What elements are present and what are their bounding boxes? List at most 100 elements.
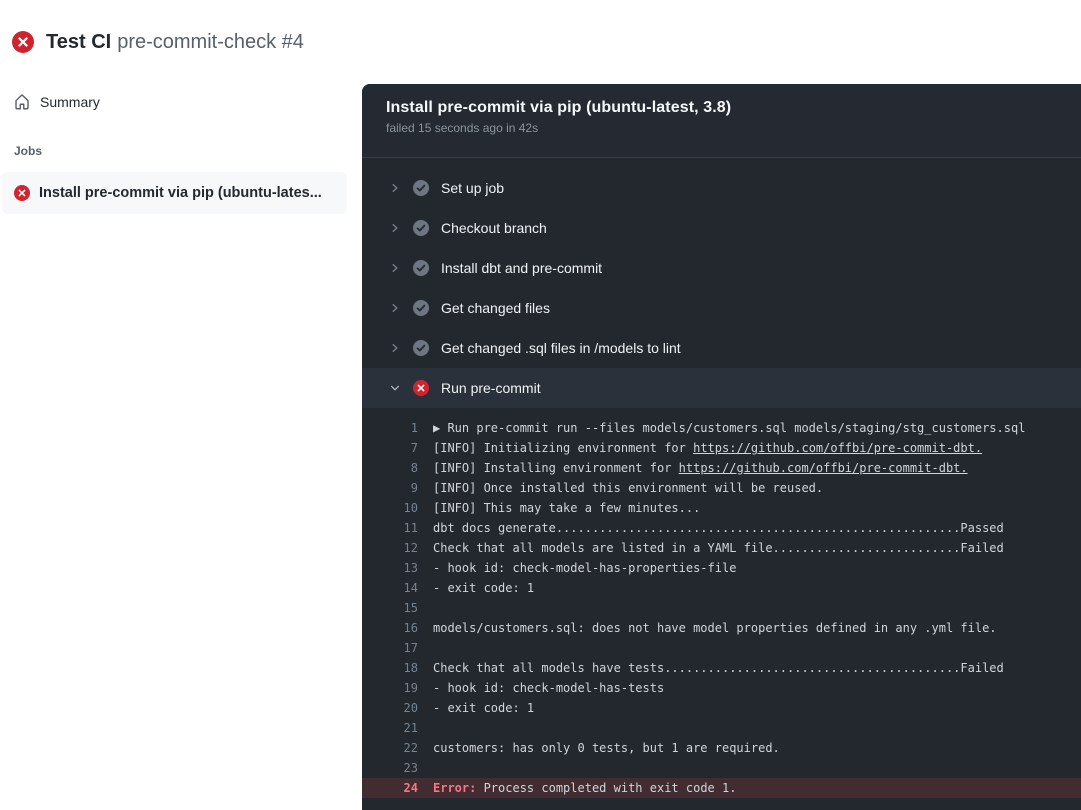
line-number[interactable]: 22: [362, 738, 418, 758]
check-circle-icon: [413, 260, 429, 276]
line-number[interactable]: 23: [362, 758, 418, 778]
line-number[interactable]: 9: [362, 478, 418, 498]
log-text: - hook id: check-model-has-tests: [418, 678, 664, 698]
step-row[interactable]: Run pre-commit: [362, 368, 1081, 408]
line-number[interactable]: 13: [362, 558, 418, 578]
line-number[interactable]: 20: [362, 698, 418, 718]
log-text: Error: Process completed with exit code …: [418, 778, 736, 798]
log-segment: models/customers.sql: does not have mode…: [433, 621, 997, 635]
step-label: Get changed files: [441, 300, 550, 316]
log-output: 1▶ Run pre-commit run --files models/cus…: [362, 408, 1081, 798]
step-row[interactable]: Get changed .sql files in /models to lin…: [362, 328, 1081, 368]
log-line: 9 [INFO] Once installed this environment …: [362, 478, 1081, 498]
log-text: models/customers.sql: does not have mode…: [418, 618, 997, 638]
log-text: dbt docs generate.......................…: [418, 518, 1004, 538]
summary-label: Summary: [40, 94, 100, 110]
line-number[interactable]: 14: [362, 578, 418, 598]
log-segment: Check that all models are listed in a YA…: [433, 541, 1004, 555]
log-text: [418, 638, 433, 658]
log-segment: [INFO] Installing environment for: [433, 461, 679, 475]
line-number[interactable]: 10: [362, 498, 418, 518]
log-link[interactable]: https://github.com/offbi/pre-commit-dbt.: [693, 441, 982, 455]
log-link[interactable]: https://github.com/offbi/pre-commit-dbt.: [679, 461, 968, 475]
log-text: Check that all models are listed in a YA…: [418, 538, 1004, 558]
log-text: [418, 598, 433, 618]
log-line: 19 - hook id: check-model-has-tests: [362, 678, 1081, 698]
log-line: 17: [362, 638, 1081, 658]
step-label: Run pre-commit: [441, 380, 541, 396]
log-text: [418, 758, 433, 778]
step-row[interactable]: Set up job: [362, 168, 1081, 208]
log-segment: - hook id: check-model-has-properties-fi…: [433, 561, 736, 575]
log-text: Check that all models have tests........…: [418, 658, 1004, 678]
log-segment: - exit code: 1: [433, 701, 534, 715]
line-number[interactable]: 19: [362, 678, 418, 698]
line-number[interactable]: 11: [362, 518, 418, 538]
line-number[interactable]: 21: [362, 718, 418, 738]
chevron-right-icon: [389, 262, 401, 274]
x-circle-icon: [413, 380, 429, 396]
log-segment: Check that all models have tests........…: [433, 661, 1004, 675]
log-text: [418, 718, 433, 738]
line-number[interactable]: 12: [362, 538, 418, 558]
log-line: 12 Check that all models are listed in a …: [362, 538, 1081, 558]
job-title: Install pre-commit via pip (ubuntu-lates…: [386, 99, 1057, 117]
log-text: customers: has only 0 tests, but 1 are r…: [418, 738, 780, 758]
log-line: 21: [362, 718, 1081, 738]
page-title: Test CIpre-commit-check #4: [46, 31, 304, 54]
chevron-right-icon: [389, 302, 401, 314]
log-segment: [INFO] Initializing environment for: [433, 441, 693, 455]
x-circle-icon: [12, 31, 34, 53]
log-line: 15: [362, 598, 1081, 618]
run-name: pre-commit-check #4: [117, 31, 304, 53]
log-segment: - hook id: check-model-has-tests: [433, 681, 664, 695]
line-number[interactable]: 8: [362, 458, 418, 478]
log-line: 23: [362, 758, 1081, 778]
step-label: Set up job: [441, 180, 504, 196]
job-panel-header: Install pre-commit via pip (ubuntu-lates…: [362, 84, 1081, 158]
log-text: [INFO] This may take a few minutes...: [418, 498, 700, 518]
log-text: - exit code: 1: [418, 578, 534, 598]
log-line: 18 Check that all models have tests......…: [362, 658, 1081, 678]
step-row[interactable]: Checkout branch: [362, 208, 1081, 248]
log-segment: [INFO] Once installed this environment w…: [433, 481, 823, 495]
step-row[interactable]: Get changed files: [362, 288, 1081, 328]
log-segment: Process completed with exit code 1.: [476, 781, 736, 795]
line-number[interactable]: 1: [362, 418, 418, 438]
steps-list: Set up job Checkout branch Install dbt and…: [362, 158, 1081, 408]
line-number[interactable]: 17: [362, 638, 418, 658]
step-label: Get changed .sql files in /models to lin…: [441, 340, 681, 356]
log-line: 22customers: has only 0 tests, but 1 are…: [362, 738, 1081, 758]
line-number[interactable]: 7: [362, 438, 418, 458]
jobs-section-label: Jobs: [14, 144, 362, 158]
log-line: 16 models/customers.sql: does not have mo…: [362, 618, 1081, 638]
log-line: 8 [INFO] Installing environment for https…: [362, 458, 1081, 478]
step-label: Install dbt and pre-commit: [441, 260, 602, 276]
check-circle-icon: [413, 340, 429, 356]
job-status-summary: failed 15 seconds ago in 42s: [386, 121, 1057, 135]
chevron-right-icon: [389, 342, 401, 354]
step-row[interactable]: Install dbt and pre-commit: [362, 248, 1081, 288]
x-circle-icon: [14, 185, 30, 201]
line-number[interactable]: 24: [362, 778, 418, 798]
sidebar-item-summary[interactable]: Summary: [0, 84, 362, 120]
job-name: Install pre-commit via pip (ubuntu-lates…: [39, 185, 322, 201]
log-segment: - exit code: 1: [433, 581, 534, 595]
check-circle-icon: [413, 220, 429, 236]
log-line: 20 - exit code: 1: [362, 698, 1081, 718]
log-segment: [INFO] This may take a few minutes...: [433, 501, 700, 515]
home-icon: [14, 94, 30, 110]
chevron-right-icon: [389, 182, 401, 194]
line-number[interactable]: 16: [362, 618, 418, 638]
line-number[interactable]: 18: [362, 658, 418, 678]
job-log-panel: Install pre-commit via pip (ubuntu-lates…: [362, 84, 1081, 810]
log-line: 10 [INFO] This may take a few minutes...: [362, 498, 1081, 518]
log-line: 11dbt docs generate.....................…: [362, 518, 1081, 538]
sidebar-item-job[interactable]: Install pre-commit via pip (ubuntu-lates…: [2, 172, 347, 214]
log-text: ▶ Run pre-commit run --files models/cust…: [418, 418, 1025, 438]
chevron-right-icon: [389, 222, 401, 234]
error-label: Error:: [433, 781, 476, 795]
log-text: [INFO] Once installed this environment w…: [418, 478, 823, 498]
check-circle-icon: [413, 180, 429, 196]
line-number[interactable]: 15: [362, 598, 418, 618]
